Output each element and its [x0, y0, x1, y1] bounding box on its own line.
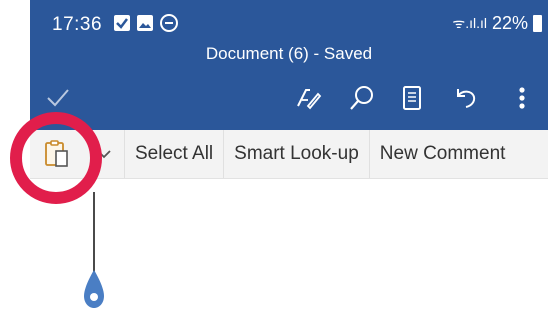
- app-header: 17:36 ᯤ.ıl.ıl 22% Document (6) - Saved: [30, 0, 548, 130]
- cursor-handle[interactable]: [82, 268, 106, 314]
- battery-icon: [533, 15, 542, 32]
- context-menu-bar: Select All Smart Look-up New Comment: [30, 130, 548, 179]
- more-icon[interactable]: [506, 82, 538, 114]
- image-notification-icon: [137, 15, 153, 31]
- more-options-button[interactable]: [84, 130, 124, 178]
- drop-handle-icon: [84, 270, 104, 308]
- screen: 17:36 ᯤ.ıl.ıl 22% Document (6) - Saved S…: [0, 0, 548, 314]
- new-comment-button[interactable]: New Comment: [368, 130, 516, 178]
- reading-view-icon[interactable]: [396, 82, 428, 114]
- do-not-disturb-icon: [160, 14, 178, 32]
- battery-percent: 22%: [491, 13, 528, 33]
- toolbar: [30, 76, 548, 120]
- smart-lookup-button[interactable]: Smart Look-up: [223, 130, 369, 178]
- signal-icon: ᯤ.ıl.ıl: [452, 15, 487, 31]
- pen-icon[interactable]: [292, 82, 324, 114]
- status-bar: 17:36 ᯤ.ıl.ıl 22%: [30, 0, 548, 40]
- checkbox-notification-icon: [114, 15, 130, 31]
- status-time: 17:36: [52, 14, 103, 35]
- document-title: Document (6) - Saved: [205, 44, 373, 63]
- undo-icon[interactable]: [450, 82, 482, 114]
- search-icon[interactable]: [346, 82, 378, 114]
- select-all-button[interactable]: Select All: [124, 130, 223, 178]
- status-right: ᯤ.ıl.ıl 22%: [452, 13, 542, 34]
- checkmark-icon[interactable]: [42, 82, 74, 114]
- text-cursor: [93, 192, 95, 272]
- paste-icon: [45, 140, 68, 167]
- chevron-down-icon: [97, 150, 111, 159]
- paste-button[interactable]: [30, 130, 84, 178]
- notification-icons: [114, 14, 178, 32]
